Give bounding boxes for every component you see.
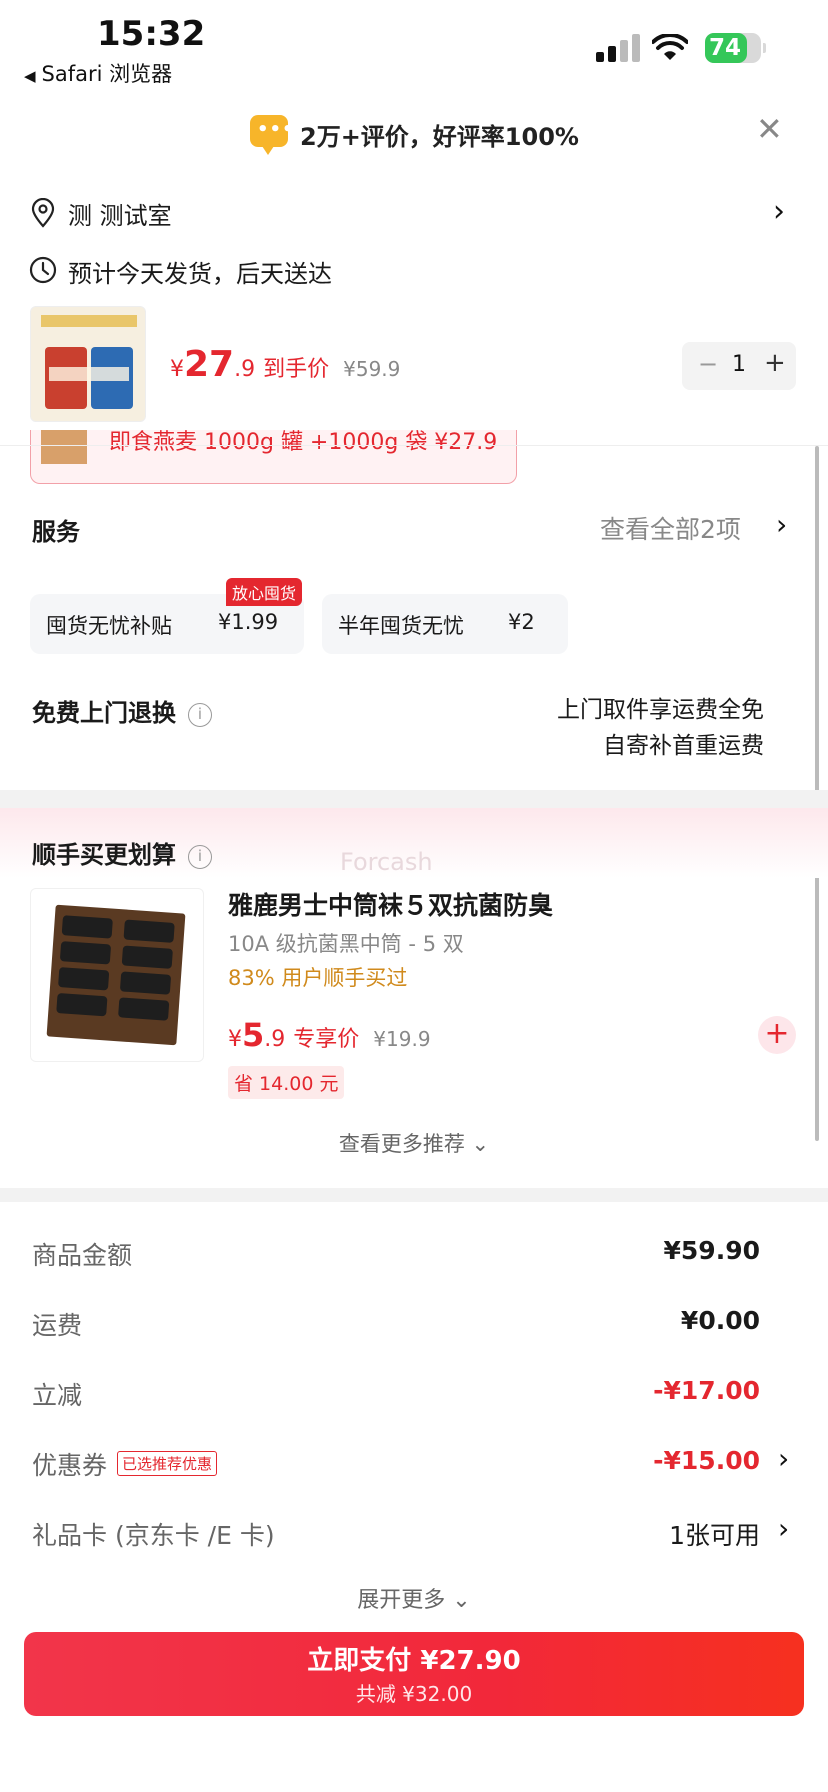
back-triangle-icon: ◀ <box>24 67 36 85</box>
currency-symbol: ¥ <box>170 357 184 382</box>
pay-now-button[interactable]: 立即支付 ¥27.90 共减 ¥32.00 <box>24 1632 804 1716</box>
quantity-value: 1 <box>732 352 746 377</box>
battery-level: 74 <box>709 35 742 61</box>
clock-icon <box>29 256 57 284</box>
review-text: 2万+评价，好评率100% <box>300 123 579 151</box>
upsell-bought-rate: 83% 用户顺手买过 <box>228 966 408 990</box>
product-row: ¥27.9 到手价 ¥59.9 − 1 + <box>0 300 828 430</box>
service-name: 囤货无忧补贴 <box>46 614 172 638</box>
review-banner: ••• 2万+评价，好评率100% ✕ <box>0 105 828 165</box>
minus-button[interactable]: − <box>698 350 718 378</box>
delivery-text: 预计今天发货，后天送达 <box>68 260 332 288</box>
save-badge: 省 14.00 元 <box>228 1066 345 1099</box>
upsell-product-image[interactable] <box>30 888 204 1062</box>
more-recommendations-label: 查看更多推荐 <box>338 1132 465 1156</box>
pay-total-discount: 共减 ¥32.00 <box>355 1682 473 1706</box>
section-divider <box>0 790 828 808</box>
service-name: 半年囤货无忧 <box>338 614 464 638</box>
chat-bubble-icon: ••• <box>250 115 294 155</box>
free-return-label: 免费上门退换 <box>32 699 176 727</box>
expand-more-label: 展开更多 <box>357 1588 446 1613</box>
coupon-badge: 已选推荐优惠 <box>117 1451 218 1476</box>
info-icon[interactable]: i <box>188 845 212 869</box>
address-text: 测 测试室 <box>68 202 172 230</box>
summary-value: -¥17.00 <box>653 1376 760 1405</box>
summary-value: -¥15.00 <box>653 1446 760 1475</box>
summary-label: 商品金额 <box>32 1241 133 1270</box>
battery-icon: 74 <box>705 33 766 63</box>
close-icon[interactable]: ✕ <box>756 113 783 145</box>
delivery-row: 预计今天发货，后天送达 <box>0 248 828 294</box>
price-tag: 到手价 <box>263 357 330 382</box>
summary-value: ¥59.90 <box>663 1236 760 1265</box>
divider <box>0 445 828 446</box>
currency-symbol: ¥ <box>228 1027 242 1052</box>
status-bar: 15:32 ◀ Safari 浏览器 74 <box>0 0 828 90</box>
location-pin-icon <box>31 198 55 228</box>
address-row[interactable]: 测 测试室 › <box>0 190 828 236</box>
product-price: ¥27.9 到手价 ¥59.9 <box>170 344 400 385</box>
add-to-order-button[interactable]: + <box>758 1016 796 1054</box>
product-thumbnail[interactable] <box>30 306 146 422</box>
cellular-signal-icon <box>596 34 640 62</box>
upsell-title: 顺手买更划算 i <box>32 835 212 870</box>
quantity-stepper: − 1 + <box>682 342 796 390</box>
upsell-product-name[interactable]: 雅鹿男士中筒袜５双抗菌防臭 <box>228 886 553 922</box>
services-title: 服务 <box>32 518 80 546</box>
promo-strip[interactable]: 即食燕麦 1000g 罐 +1000g 袋 ¥27.9 <box>30 430 517 484</box>
price-tag: 专享价 <box>293 1027 360 1052</box>
summary-row-goods: 商品金额 ¥59.90 <box>0 1228 828 1278</box>
service-chip[interactable]: 半年囤货无忧 ¥2 <box>322 594 568 654</box>
clock: 15:32 <box>97 14 206 54</box>
summary-label: 运费 <box>32 1311 83 1340</box>
expand-more[interactable]: 展开更多 ⌄ <box>0 1582 828 1614</box>
return-line-1: 上门取件享运费全免 <box>557 697 764 723</box>
price-decimal: .9 <box>234 357 256 382</box>
chevron-right-icon: › <box>778 1442 790 1475</box>
upsell-title-label: 顺手买更划算 <box>32 841 176 869</box>
price-decimal: .9 <box>264 1027 286 1052</box>
info-icon[interactable]: i <box>188 703 212 727</box>
summary-row-discount: 立减 -¥17.00 <box>0 1368 828 1418</box>
chevron-down-icon: ⌄ <box>471 1132 490 1156</box>
back-to-safari[interactable]: ◀ Safari 浏览器 <box>24 58 172 88</box>
chevron-right-icon: › <box>776 508 788 541</box>
wifi-icon <box>652 34 688 60</box>
summary-label: 立减 <box>32 1381 83 1410</box>
summary-row-coupon[interactable]: 优惠券 已选推荐优惠 -¥15.00 › <box>0 1438 828 1488</box>
price-integer: 5 <box>242 1016 265 1054</box>
watermark: Forcash <box>340 848 433 876</box>
more-recommendations[interactable]: 查看更多推荐 ⌄ <box>0 1128 828 1158</box>
return-line-2: 自寄补首重运费 <box>603 733 764 759</box>
plus-button[interactable]: + <box>764 348 786 378</box>
summary-value: 1张可用 <box>669 1521 760 1550</box>
upsell-product-spec: 10A 级抗菌黑中筒 - 5 双 <box>228 932 464 956</box>
service-price: ¥2 <box>508 610 535 634</box>
price-integer: 27 <box>184 344 235 385</box>
promo-image <box>41 430 87 464</box>
upsell-price: ¥5.9 专享价 ¥19.9 <box>228 1016 431 1054</box>
promo-text: 即食燕麦 1000g 罐 +1000g 袋 ¥27.9 <box>109 430 498 455</box>
summary-row-giftcard[interactable]: 礼品卡 (京东卡 /E 卡) 1张可用 › <box>0 1508 828 1558</box>
original-price: ¥59.9 <box>343 357 401 381</box>
services-view-all[interactable]: 查看全部2项 <box>600 510 741 546</box>
service-price: ¥1.99 <box>218 610 279 634</box>
coupon-label: 优惠券 <box>32 1451 108 1480</box>
chevron-down-icon: ⌄ <box>452 1588 471 1613</box>
original-price: ¥19.9 <box>373 1027 431 1051</box>
chevron-right-icon: › <box>773 194 785 229</box>
summary-label: 优惠券 已选推荐优惠 <box>32 1446 218 1482</box>
service-badge: 放心囤货 <box>226 578 303 606</box>
free-return-title: 免费上门退换 i <box>32 693 212 728</box>
chevron-right-icon: › <box>778 1512 790 1545</box>
section-divider <box>0 1188 828 1202</box>
summary-value: ¥0.00 <box>680 1306 760 1335</box>
summary-row-shipping: 运费 ¥0.00 <box>0 1298 828 1348</box>
summary-label: 礼品卡 (京东卡 /E 卡) <box>32 1521 275 1550</box>
pay-now-label: 立即支付 ¥27.90 <box>307 1646 521 1676</box>
back-label: Safari 浏览器 <box>41 62 173 86</box>
